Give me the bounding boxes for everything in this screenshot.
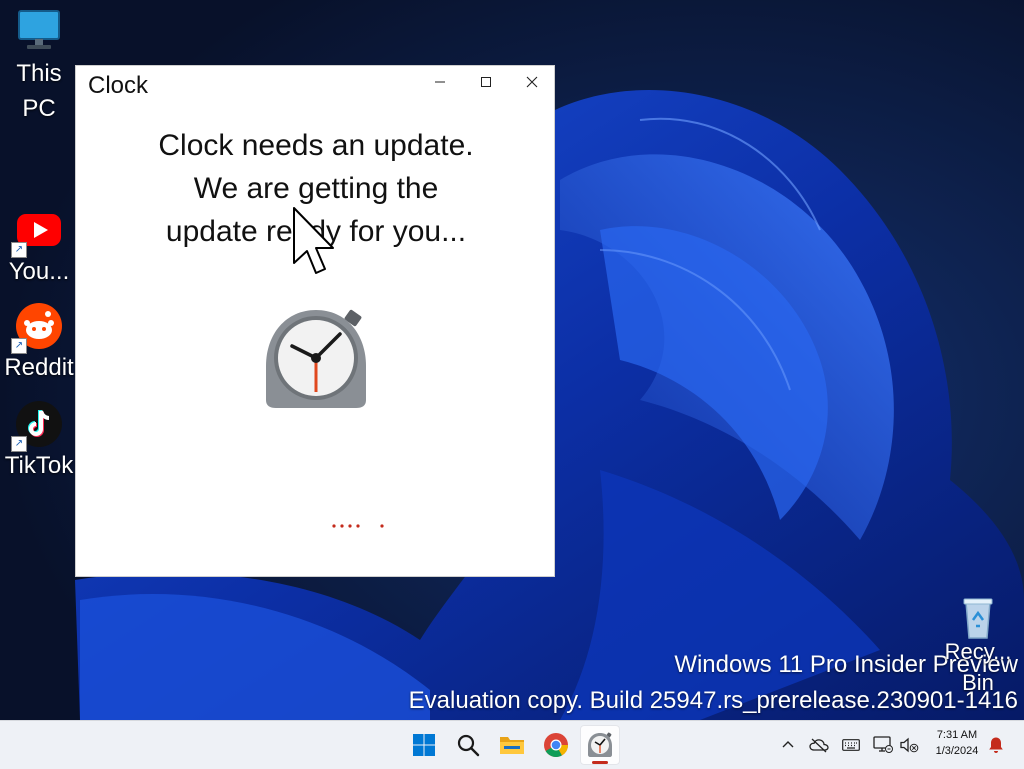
close-button[interactable] xyxy=(509,66,555,98)
monitor-icon xyxy=(15,8,63,56)
start-icon xyxy=(413,734,435,756)
volume-muted-icon xyxy=(900,737,919,753)
start-button[interactable] xyxy=(404,725,444,765)
desktop-icon-label: This PC xyxy=(16,60,62,122)
clock-app-icon xyxy=(588,732,612,757)
evaluation-watermark: Windows 11 Pro Insider Preview Evaluatio… xyxy=(409,647,1018,719)
recycle-bin-label-line1: Recy... xyxy=(944,639,1012,664)
tiktok-icon: ↗ xyxy=(11,400,63,452)
desktop-icon-label: Reddit xyxy=(4,354,74,381)
shortcut-arrow-icon: ↗ xyxy=(11,338,27,354)
desktop-icon-tiktok[interactable]: ↗ TikTok xyxy=(0,400,78,483)
close-icon xyxy=(526,76,538,88)
notification-center-button[interactable] xyxy=(986,735,1006,755)
desktop-icon-label: You... xyxy=(8,258,70,285)
maximize-icon xyxy=(481,77,491,87)
clock-app-illustration xyxy=(266,309,366,408)
clock-app-window[interactable]: Clock Clock needs an update. We are gett… xyxy=(75,65,555,577)
volume-button[interactable] xyxy=(899,735,919,755)
system-date: 1/3/2024 xyxy=(935,745,979,757)
minimize-button[interactable] xyxy=(417,66,463,98)
update-message-line: Clock needs an update. xyxy=(158,129,474,162)
onedrive-status-button[interactable] xyxy=(809,735,829,755)
taskbar: 7:31 AM 1/3/2024 xyxy=(0,720,1024,769)
watermark-line-1: Windows 11 Pro Insider Preview xyxy=(674,651,1018,678)
chevron-up-icon xyxy=(782,741,794,748)
network-button[interactable] xyxy=(873,735,893,755)
desktop-icon-this-pc[interactable]: This PC xyxy=(0,8,78,126)
shortcut-arrow-icon: ↗ xyxy=(11,436,27,452)
cloud-off-icon xyxy=(809,738,829,753)
recycle-bin-label-line2: Bin xyxy=(962,670,994,695)
chrome-icon xyxy=(544,733,568,758)
maximize-button[interactable] xyxy=(463,66,509,98)
desktop-icon-youtube[interactable]: ↗ You... xyxy=(0,206,78,289)
youtube-icon: ↗ xyxy=(11,206,63,258)
input-indicator-button[interactable] xyxy=(841,735,861,755)
chrome-button[interactable] xyxy=(536,725,576,765)
shortcut-arrow-icon: ↗ xyxy=(11,242,27,258)
progress-indicator xyxy=(332,524,384,528)
system-clock[interactable]: 7:31 AM 1/3/2024 xyxy=(926,727,988,759)
active-app-indicator xyxy=(592,761,608,764)
file-explorer-button[interactable] xyxy=(492,725,532,765)
system-time: 7:31 AM xyxy=(936,729,978,741)
update-message-line: We are getting the xyxy=(193,172,439,205)
notification-bell-icon xyxy=(989,737,1003,753)
keyboard-icon xyxy=(842,739,860,751)
reddit-icon: ↗ xyxy=(11,302,63,354)
desktop-icon-recycle-bin[interactable]: Recy... Bin xyxy=(939,596,1017,700)
show-hidden-icons-button[interactable] xyxy=(778,735,798,755)
desktop-icon-reddit[interactable]: ↗ Reddit xyxy=(0,302,78,385)
network-icon xyxy=(873,736,893,753)
search-button[interactable] xyxy=(448,725,488,765)
minimize-icon xyxy=(435,81,445,83)
desktop-icon-label: TikTok xyxy=(4,452,74,479)
watermark-line-2: Evaluation copy. Build 25947.rs_prerelea… xyxy=(408,687,1018,714)
window-title: Clock xyxy=(88,72,149,99)
file-explorer-icon xyxy=(500,737,524,754)
mouse-cursor xyxy=(293,207,334,274)
clock-app-taskbar-button[interactable] xyxy=(580,725,620,765)
search-icon xyxy=(457,734,480,757)
